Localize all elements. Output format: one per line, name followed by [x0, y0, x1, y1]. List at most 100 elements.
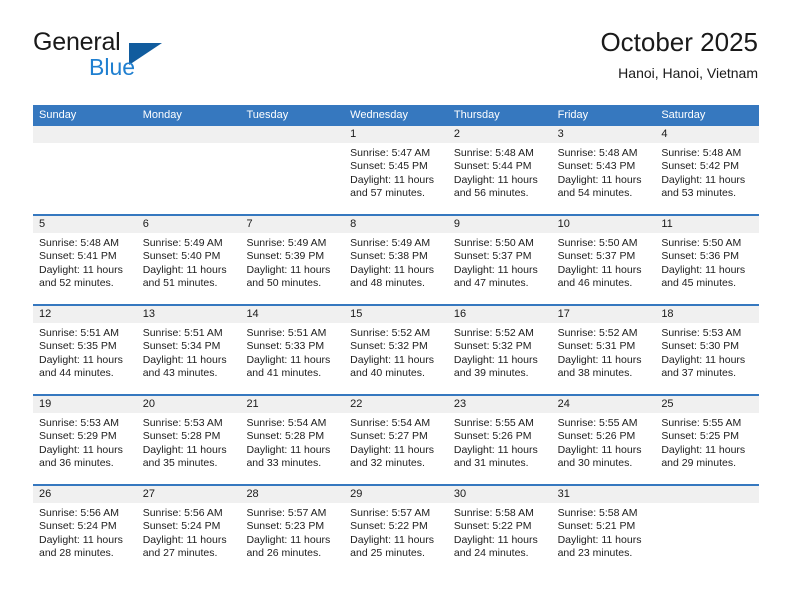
- day-cell[interactable]: 22 Sunrise: 5:54 AM Sunset: 5:27 PM Dayl…: [344, 396, 448, 484]
- title-block: October 2025 Hanoi, Hanoi, Vietnam: [600, 26, 758, 82]
- day-cell[interactable]: 14 Sunrise: 5:51 AM Sunset: 5:33 PM Dayl…: [240, 306, 345, 394]
- day-info: Sunrise: 5:48 AM Sunset: 5:44 PM Dayligh…: [448, 143, 552, 201]
- day-cell[interactable]: 16 Sunrise: 5:52 AM Sunset: 5:32 PM Dayl…: [447, 306, 552, 394]
- day-cell[interactable]: 15 Sunrise: 5:52 AM Sunset: 5:32 PM Dayl…: [344, 306, 448, 394]
- day-number: 13: [136, 306, 241, 323]
- sunrise-text: Sunrise: 5:53 AM: [661, 327, 742, 339]
- day-cell[interactable]: 28 Sunrise: 5:57 AM Sunset: 5:23 PM Dayl…: [240, 486, 345, 574]
- day-cell[interactable]: 5 Sunrise: 5:48 AM Sunset: 5:41 PM Dayli…: [33, 216, 137, 304]
- day-cell[interactable]: 8 Sunrise: 5:49 AM Sunset: 5:38 PM Dayli…: [344, 216, 448, 304]
- day-cell[interactable]: 3 Sunrise: 5:48 AM Sunset: 5:43 PM Dayli…: [551, 126, 656, 214]
- day-number: 25: [655, 396, 760, 413]
- daylight-text: Daylight: 11 hours and 37 minutes.: [661, 353, 746, 380]
- day-number: 2: [447, 126, 552, 143]
- day-number: 15: [344, 306, 448, 323]
- day-cell[interactable]: 4 Sunrise: 5:48 AM Sunset: 5:42 PM Dayli…: [655, 126, 760, 214]
- day-cell[interactable]: [240, 126, 345, 214]
- day-cell[interactable]: 2 Sunrise: 5:48 AM Sunset: 5:44 PM Dayli…: [447, 126, 552, 214]
- day-number: 5: [33, 216, 137, 233]
- day-cell[interactable]: 1 Sunrise: 5:47 AM Sunset: 5:45 PM Dayli…: [344, 126, 448, 214]
- daylight-text: Daylight: 11 hours and 45 minutes.: [661, 263, 746, 290]
- day-cell[interactable]: [33, 126, 137, 214]
- day-info: Sunrise: 5:50 AM Sunset: 5:37 PM Dayligh…: [448, 233, 552, 291]
- sunrise-text: Sunrise: 5:49 AM: [350, 237, 431, 249]
- day-cell[interactable]: 17 Sunrise: 5:52 AM Sunset: 5:31 PM Dayl…: [551, 306, 656, 394]
- daylight-text: Daylight: 11 hours and 52 minutes.: [39, 263, 123, 290]
- week-row: 12 Sunrise: 5:51 AM Sunset: 5:35 PM Dayl…: [33, 304, 760, 394]
- day-cell[interactable]: 21 Sunrise: 5:54 AM Sunset: 5:28 PM Dayl…: [240, 396, 345, 484]
- daylight-text: Daylight: 11 hours and 56 minutes.: [453, 173, 538, 200]
- sunset-text: Sunset: 5:30 PM: [661, 340, 739, 353]
- day-info: Sunrise: 5:48 AM Sunset: 5:41 PM Dayligh…: [33, 233, 137, 291]
- day-number: [655, 486, 760, 503]
- week-row: 26 Sunrise: 5:56 AM Sunset: 5:24 PM Dayl…: [33, 484, 760, 574]
- day-cell[interactable]: 24 Sunrise: 5:55 AM Sunset: 5:26 PM Dayl…: [551, 396, 656, 484]
- day-number: 3: [551, 126, 656, 143]
- day-cell[interactable]: 20 Sunrise: 5:53 AM Sunset: 5:28 PM Dayl…: [136, 396, 241, 484]
- sunset-text: Sunset: 5:35 PM: [39, 340, 117, 353]
- daylight-text: Daylight: 11 hours and 44 minutes.: [39, 353, 123, 380]
- daylight-text: Daylight: 11 hours and 43 minutes.: [142, 353, 227, 380]
- sunrise-text: Sunrise: 5:50 AM: [453, 237, 534, 249]
- day-info: Sunrise: 5:52 AM Sunset: 5:32 PM Dayligh…: [448, 323, 552, 381]
- sunset-text: Sunset: 5:32 PM: [350, 340, 428, 353]
- daylight-text: Daylight: 11 hours and 29 minutes.: [661, 443, 746, 470]
- sunset-text: Sunset: 5:28 PM: [246, 430, 325, 443]
- sunrise-text: Sunrise: 5:53 AM: [39, 417, 119, 429]
- weekday-header-row: Sunday Monday Tuesday Wednesday Thursday…: [33, 105, 759, 126]
- sunrise-text: Sunrise: 5:52 AM: [557, 327, 638, 339]
- day-number: 30: [447, 486, 552, 503]
- daylight-text: Daylight: 11 hours and 41 minutes.: [246, 353, 331, 380]
- daylight-text: Daylight: 11 hours and 25 minutes.: [350, 533, 435, 560]
- daylight-text: Daylight: 11 hours and 32 minutes.: [350, 443, 435, 470]
- day-number: 24: [551, 396, 656, 413]
- day-cell[interactable]: 7 Sunrise: 5:49 AM Sunset: 5:39 PM Dayli…: [240, 216, 345, 304]
- day-number: [240, 126, 345, 143]
- day-cell[interactable]: 13 Sunrise: 5:51 AM Sunset: 5:34 PM Dayl…: [136, 306, 241, 394]
- sunrise-text: Sunrise: 5:49 AM: [246, 237, 327, 249]
- day-number: 21: [240, 396, 345, 413]
- day-cell[interactable]: 10 Sunrise: 5:50 AM Sunset: 5:37 PM Dayl…: [551, 216, 656, 304]
- sunset-text: Sunset: 5:40 PM: [142, 250, 221, 263]
- sunrise-text: Sunrise: 5:54 AM: [246, 417, 327, 429]
- day-cell[interactable]: 27 Sunrise: 5:56 AM Sunset: 5:24 PM Dayl…: [136, 486, 241, 574]
- day-info: Sunrise: 5:48 AM Sunset: 5:42 PM Dayligh…: [655, 143, 759, 201]
- day-cell[interactable]: [655, 486, 760, 574]
- day-cell[interactable]: 11 Sunrise: 5:50 AM Sunset: 5:36 PM Dayl…: [655, 216, 760, 304]
- day-cell[interactable]: 25 Sunrise: 5:55 AM Sunset: 5:25 PM Dayl…: [655, 396, 760, 484]
- day-number: 23: [447, 396, 552, 413]
- daylight-text: Daylight: 11 hours and 50 minutes.: [246, 263, 331, 290]
- sunset-text: Sunset: 5:32 PM: [453, 340, 532, 353]
- day-cell[interactable]: 31 Sunrise: 5:58 AM Sunset: 5:21 PM Dayl…: [551, 486, 656, 574]
- sunset-text: Sunset: 5:41 PM: [39, 250, 117, 263]
- day-info: Sunrise: 5:55 AM Sunset: 5:25 PM Dayligh…: [655, 413, 759, 471]
- day-cell[interactable]: 29 Sunrise: 5:57 AM Sunset: 5:22 PM Dayl…: [344, 486, 448, 574]
- sunset-text: Sunset: 5:26 PM: [557, 430, 636, 443]
- day-number: 27: [136, 486, 241, 503]
- day-cell[interactable]: 9 Sunrise: 5:50 AM Sunset: 5:37 PM Dayli…: [447, 216, 552, 304]
- day-cell[interactable]: 18 Sunrise: 5:53 AM Sunset: 5:30 PM Dayl…: [655, 306, 760, 394]
- day-info: Sunrise: 5:55 AM Sunset: 5:26 PM Dayligh…: [448, 413, 552, 471]
- sunrise-text: Sunrise: 5:50 AM: [661, 237, 742, 249]
- day-cell[interactable]: 6 Sunrise: 5:49 AM Sunset: 5:40 PM Dayli…: [136, 216, 241, 304]
- daylight-text: Daylight: 11 hours and 31 minutes.: [453, 443, 538, 470]
- weekday-header-saturday: Saturday: [661, 109, 706, 121]
- day-number: 11: [655, 216, 760, 233]
- day-cell[interactable]: [136, 126, 241, 214]
- day-cell[interactable]: 12 Sunrise: 5:51 AM Sunset: 5:35 PM Dayl…: [33, 306, 137, 394]
- day-info: Sunrise: 5:58 AM Sunset: 5:21 PM Dayligh…: [552, 503, 656, 561]
- sunrise-text: Sunrise: 5:55 AM: [661, 417, 742, 429]
- day-number: [33, 126, 137, 143]
- day-cell[interactable]: 19 Sunrise: 5:53 AM Sunset: 5:29 PM Dayl…: [33, 396, 137, 484]
- daylight-text: Daylight: 11 hours and 24 minutes.: [453, 533, 538, 560]
- day-cell[interactable]: 30 Sunrise: 5:58 AM Sunset: 5:22 PM Dayl…: [447, 486, 552, 574]
- daylight-text: Daylight: 11 hours and 48 minutes.: [350, 263, 435, 290]
- page-header: General Blue October 2025 Hanoi, Hanoi, …: [0, 0, 792, 104]
- day-cell[interactable]: 26 Sunrise: 5:56 AM Sunset: 5:24 PM Dayl…: [33, 486, 137, 574]
- day-cell[interactable]: 23 Sunrise: 5:55 AM Sunset: 5:26 PM Dayl…: [447, 396, 552, 484]
- general-blue-logo[interactable]: General Blue: [33, 28, 253, 84]
- day-info: Sunrise: 5:53 AM Sunset: 5:28 PM Dayligh…: [137, 413, 241, 471]
- day-info: Sunrise: 5:53 AM Sunset: 5:30 PM Dayligh…: [655, 323, 759, 381]
- day-number: 6: [136, 216, 241, 233]
- weekday-header-wednesday: Wednesday: [350, 109, 409, 121]
